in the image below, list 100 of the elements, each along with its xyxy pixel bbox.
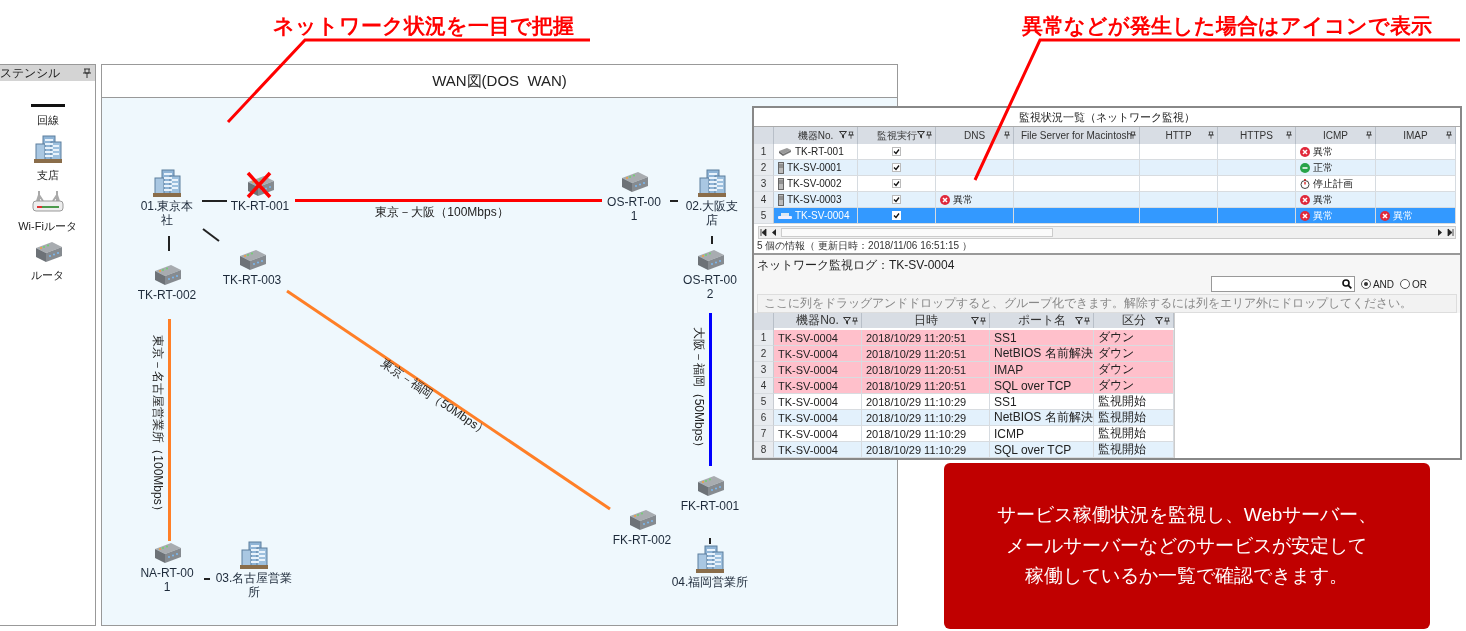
column-header[interactable]: IMAP (1376, 127, 1456, 144)
table-cell: ダウン (1094, 330, 1174, 346)
status-cell: 正常 (1296, 160, 1376, 176)
scroll-right-icon[interactable] (1435, 228, 1444, 237)
error-icon (940, 194, 950, 205)
pin-icon[interactable] (848, 131, 854, 139)
checkbox[interactable] (892, 147, 901, 156)
column-header[interactable]: 区分 (1094, 313, 1174, 328)
column-header[interactable]: 日時 (862, 313, 990, 328)
row-number: 7 (754, 426, 774, 442)
filter-icon[interactable] (1075, 317, 1083, 325)
filter-icon[interactable] (1155, 317, 1163, 325)
table-cell: TK-SV-0004 (774, 394, 862, 410)
row-number: 3 (754, 362, 774, 378)
column-header[interactable]: File Server for Macintosh (1014, 127, 1140, 144)
pin-icon[interactable] (1286, 131, 1292, 139)
column-header[interactable]: DNS (936, 127, 1014, 144)
table-cell: TK-SV-0004 (774, 378, 862, 394)
ok-status-icon (1300, 162, 1310, 173)
pin-icon[interactable] (1446, 131, 1452, 139)
table-cell: ICMP (990, 426, 1094, 442)
radio-button[interactable] (1360, 279, 1371, 289)
table-cell: ダウン (1094, 362, 1174, 378)
device-cell[interactable]: TK-SV-0002 (774, 176, 858, 192)
column-header[interactable]: 監視実行 (858, 127, 936, 144)
status-cell: 異常 (1296, 208, 1376, 224)
checkbox[interactable] (892, 211, 901, 220)
row-number: 3 (754, 176, 774, 192)
server-icon (778, 161, 784, 174)
link-line[interactable] (202, 228, 220, 242)
column-header[interactable]: 機器No. (774, 313, 862, 328)
search-icon[interactable] (1341, 279, 1352, 289)
node-label: TK-RT-001 (230, 200, 290, 214)
row-number: 1 (754, 144, 774, 160)
scroll-thumb[interactable] (781, 228, 1053, 237)
table-cell: TK-SV-0004 (774, 346, 862, 362)
log-title: ネットワーク監視ログ：TK-SV-0004 (757, 257, 956, 274)
node-label: 01.東京本社 (139, 200, 195, 228)
row-number: 4 (754, 192, 774, 208)
stencil-label: 回線 (36, 113, 59, 128)
table-cell: SQL over TCP (990, 442, 1094, 458)
radio-option[interactable]: OR (1400, 278, 1427, 290)
horizontal-scrollbar[interactable] (758, 226, 1456, 239)
column-header[interactable]: 機器No. (774, 127, 858, 144)
building-icon[interactable] (695, 544, 725, 574)
header-cell (754, 127, 774, 144)
pin-icon[interactable] (1130, 131, 1136, 139)
stencil-label: 支店 (36, 168, 59, 183)
pin-icon[interactable] (1208, 131, 1214, 139)
scroll-first-icon[interactable] (759, 228, 768, 237)
filter-icon[interactable] (843, 317, 851, 325)
server-icon (778, 177, 784, 190)
checkbox[interactable] (892, 179, 901, 188)
device-cell[interactable]: TK-SV-0001 (774, 160, 858, 176)
pin-icon[interactable] (1164, 317, 1170, 325)
table-cell: NetBIOS 名前解決 (990, 410, 1094, 426)
building-icon[interactable] (697, 168, 727, 198)
table-cell: 2018/10/29 11:10:29 (862, 442, 990, 458)
row-number: 2 (754, 346, 774, 362)
pin-icon[interactable] (1366, 131, 1372, 139)
scroll-last-icon[interactable] (1446, 228, 1455, 237)
filter-icon[interactable] (839, 131, 847, 139)
pin-icon[interactable] (852, 317, 858, 325)
table-cell: 2018/10/29 11:20:51 (862, 378, 990, 394)
building-icon[interactable] (239, 540, 269, 570)
column-header[interactable]: ポート名 (990, 313, 1094, 328)
filter-icon[interactable] (971, 317, 979, 325)
pin-icon[interactable] (83, 68, 91, 78)
table-cell: SS1 (990, 330, 1094, 346)
scroll-left-icon[interactable] (770, 228, 779, 237)
radio-option[interactable]: AND (1360, 278, 1394, 290)
device-cell[interactable]: TK-RT-001 (774, 144, 858, 160)
link-label: 大阪－福岡（50Mbps） (691, 326, 706, 454)
pin-icon[interactable] (980, 317, 986, 325)
node-label: 03.名古屋営業所 (215, 572, 293, 600)
radio-button[interactable] (1400, 279, 1410, 289)
pin-icon[interactable] (926, 131, 932, 139)
node-label: OS-RT-002 (682, 274, 738, 302)
column-header[interactable]: ICMP (1296, 127, 1376, 144)
pin-icon[interactable] (1084, 317, 1090, 325)
filter-icon[interactable] (917, 131, 925, 139)
search-field[interactable] (1210, 276, 1355, 292)
node-label: OS-RT-001 (606, 196, 662, 224)
stencil-label: ルータ (31, 268, 64, 283)
wifi-router-icon[interactable] (30, 189, 65, 215)
callout-text: サービス稼働状況を監視し、Webサーバー、 メールサーバーなどのサービスが安定して 稼働しているか一覧で確認できます。 (996, 503, 1378, 589)
error-icon (1300, 210, 1310, 221)
device-cell[interactable]: TK-SV-0003 (774, 192, 858, 208)
table-cell: TK-SV-0004 (774, 330, 862, 346)
column-header[interactable]: HTTP (1140, 127, 1218, 144)
pin-icon[interactable] (1004, 131, 1010, 139)
table-cell: 2018/10/29 11:20:51 (862, 346, 990, 362)
node-label: 04.福岡営業所 (671, 576, 749, 590)
checkbox[interactable] (892, 163, 901, 172)
node-label: FK-RT-002 (612, 534, 672, 548)
building-icon[interactable] (32, 134, 63, 164)
line-icon[interactable] (30, 103, 65, 109)
checkbox[interactable] (892, 195, 901, 204)
building-icon[interactable] (152, 168, 182, 198)
column-header[interactable]: HTTPS (1218, 127, 1296, 144)
